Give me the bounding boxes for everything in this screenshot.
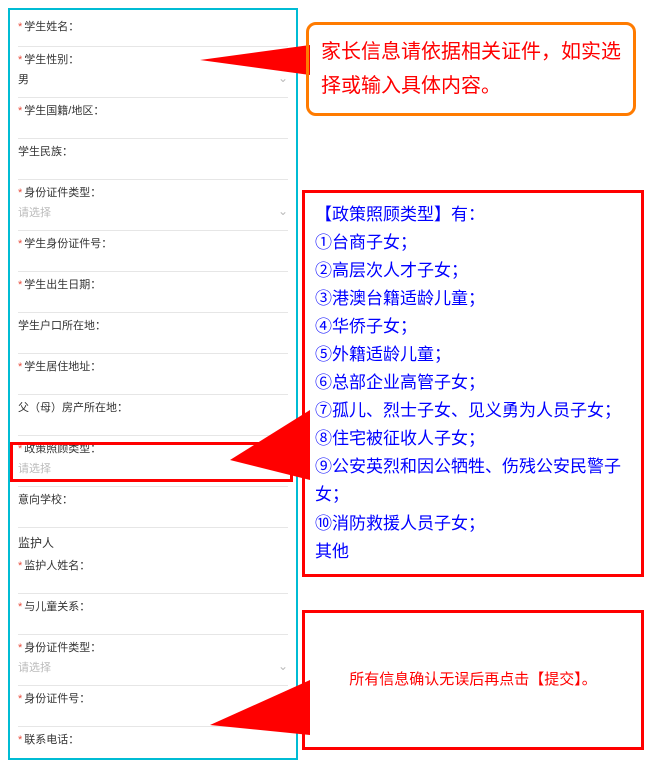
- c2-item: ⑧住宅被征收人子女；: [315, 425, 631, 453]
- callout-submit: 所有信息确认无误后再点击【提交】。: [302, 610, 644, 750]
- field-relation[interactable]: *与儿童关系：: [18, 594, 288, 635]
- label-relation: 与儿童关系：: [24, 601, 90, 613]
- field-target-school[interactable]: 意向学校：: [18, 487, 288, 528]
- field-student-id-no[interactable]: *学生身份证件号：: [18, 231, 288, 272]
- label-ethnicity: 学生民族：: [18, 146, 73, 158]
- field-parent-property[interactable]: 父（母）房产所在地：: [18, 395, 288, 436]
- form-container: *学生姓名： *学生性别： 男 ⌄ *学生国籍/地区： 学生民族： *身份证件类…: [10, 10, 296, 760]
- label-student-gender: 学生性别：: [24, 54, 79, 66]
- label-gidno: 身份证件号：: [24, 693, 90, 705]
- value-student-gender: 男: [18, 69, 29, 87]
- placeholder-gidtype: 请选择: [18, 657, 51, 675]
- c2-item: ⑨公安英烈和因公牺牲、伤残公安民警子女；: [315, 453, 631, 509]
- label-student-name: 学生姓名：: [24, 21, 79, 33]
- c2-item: ⑩消防救援人员子女；: [315, 510, 631, 538]
- field-guardian-name[interactable]: *监护人姓名：: [18, 553, 288, 594]
- c2-item: ①台商子女；: [315, 229, 631, 257]
- label-residence: 学生居住地址：: [24, 361, 101, 373]
- c2-item: ⑦孤儿、烈士子女、见义勇为人员子女；: [315, 397, 631, 425]
- field-g-id-no[interactable]: *身份证件号：: [18, 686, 288, 727]
- field-student-ethnicity[interactable]: 学生民族：: [18, 139, 288, 180]
- label-hukou: 学生户口所在地：: [18, 320, 106, 332]
- label-idtype: 身份证件类型：: [24, 187, 101, 199]
- field-id-type[interactable]: *身份证件类型： 请选择 ⌄: [18, 180, 288, 231]
- field-policy-type[interactable]: *政策照顾类型： 请选择 ⌄: [18, 436, 288, 487]
- callout-policy-types: 【政策照顾类型】有： ①台商子女； ②高层次人才子女； ③港澳台籍适龄儿童； ④…: [302, 190, 644, 577]
- callout3-text: 所有信息确认无误后再点击【提交】。: [349, 668, 597, 692]
- label-property: 父（母）房产所在地：: [18, 402, 128, 414]
- label-phone: 联系电话：: [24, 734, 79, 746]
- c2-item: ⑤外籍适龄儿童；: [315, 341, 631, 369]
- c2-heading: 【政策照顾类型】有：: [315, 201, 631, 229]
- field-hukou[interactable]: 学生户口所在地：: [18, 313, 288, 354]
- chevron-down-icon: ⌄: [278, 204, 288, 218]
- field-student-nationality[interactable]: *学生国籍/地区：: [18, 98, 288, 139]
- placeholder-idtype: 请选择: [18, 202, 51, 220]
- field-phone[interactable]: *联系电话：: [18, 727, 288, 760]
- c2-item: 其他: [315, 538, 631, 566]
- field-residence[interactable]: *学生居住地址：: [18, 354, 288, 395]
- label-school: 意向学校：: [18, 494, 73, 506]
- chevron-down-icon: ⌄: [278, 659, 288, 673]
- c2-item: ④华侨子女；: [315, 313, 631, 341]
- chevron-down-icon: ⌄: [278, 460, 288, 474]
- mobile-form-frame: *学生姓名： *学生性别： 男 ⌄ *学生国籍/地区： 学生民族： *身份证件类…: [8, 8, 298, 760]
- label-idno: 学生身份证件号：: [24, 238, 112, 250]
- label-gidtype: 身份证件类型：: [24, 642, 101, 654]
- field-g-id-type[interactable]: *身份证件类型： 请选择 ⌄: [18, 635, 288, 686]
- field-student-birth[interactable]: *学生出生日期：: [18, 272, 288, 313]
- label-nationality: 学生国籍/地区：: [24, 105, 104, 117]
- label-gname: 监护人姓名：: [24, 560, 90, 572]
- label-birth: 学生出生日期：: [24, 279, 101, 291]
- callout-instruction: 家长信息请依据相关证件，如实选择或输入具体内容。: [306, 22, 636, 116]
- c2-item: ⑥总部企业高管子女；: [315, 369, 631, 397]
- callout1-text: 家长信息请依据相关证件，如实选择或输入具体内容。: [321, 41, 621, 97]
- chevron-down-icon: ⌄: [278, 71, 288, 85]
- section-guardian: 监护人: [18, 528, 288, 553]
- field-student-gender[interactable]: *学生性别： 男 ⌄: [18, 47, 288, 98]
- c2-item: ③港澳台籍适龄儿童；: [315, 285, 631, 313]
- c2-item: ②高层次人才子女；: [315, 257, 631, 285]
- label-policy: 政策照顾类型：: [24, 443, 101, 455]
- field-student-name[interactable]: *学生姓名：: [18, 14, 288, 47]
- placeholder-policy: 请选择: [18, 458, 51, 476]
